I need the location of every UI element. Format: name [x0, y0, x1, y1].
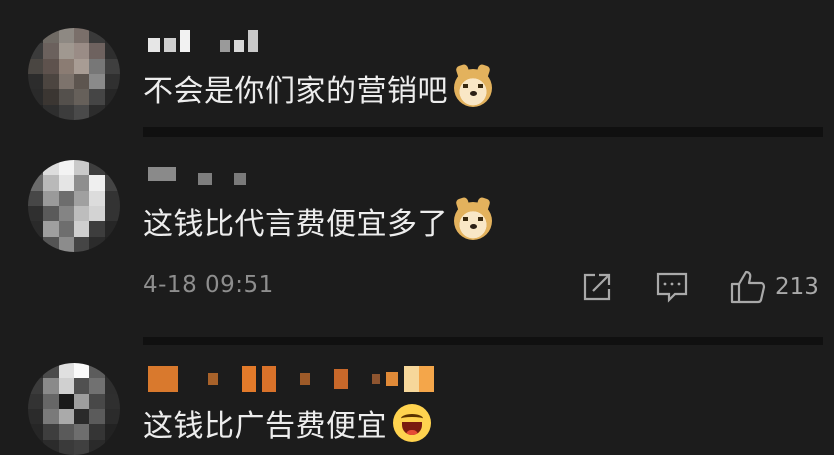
like-count: 213	[775, 274, 819, 300]
avatar[interactable]	[28, 28, 120, 120]
comment-text: 这钱比广告费便宜	[143, 401, 431, 445]
comment-icon	[656, 272, 688, 303]
comment-item: 这钱比代言费便宜多了 4-18 09:51 213	[0, 145, 834, 335]
comment-text: 不会是你们家的营销吧	[143, 66, 492, 110]
avatar[interactable]	[28, 363, 120, 455]
username-blurred[interactable]	[148, 163, 246, 185]
comment-button[interactable]	[654, 269, 690, 305]
comment-timestamp: 4-18 09:51	[143, 272, 274, 298]
doge-emoji-icon	[454, 202, 492, 240]
avatar[interactable]	[28, 160, 120, 252]
username-blurred[interactable]	[148, 30, 258, 52]
divider	[143, 337, 823, 345]
doge-emoji-icon	[454, 69, 492, 107]
share-button[interactable]	[579, 269, 615, 305]
comment-item: 这钱比广告费便宜	[0, 345, 834, 455]
laughing-emoji-icon	[393, 404, 431, 442]
comment-text: 这钱比代言费便宜多了	[143, 199, 492, 243]
divider	[143, 127, 823, 137]
share-icon	[583, 273, 611, 301]
comment-item: 不会是你们家的营销吧	[0, 0, 834, 135]
like-icon	[730, 270, 766, 304]
username-blurred[interactable]	[148, 365, 434, 393]
like-button[interactable]: 213	[729, 269, 819, 305]
